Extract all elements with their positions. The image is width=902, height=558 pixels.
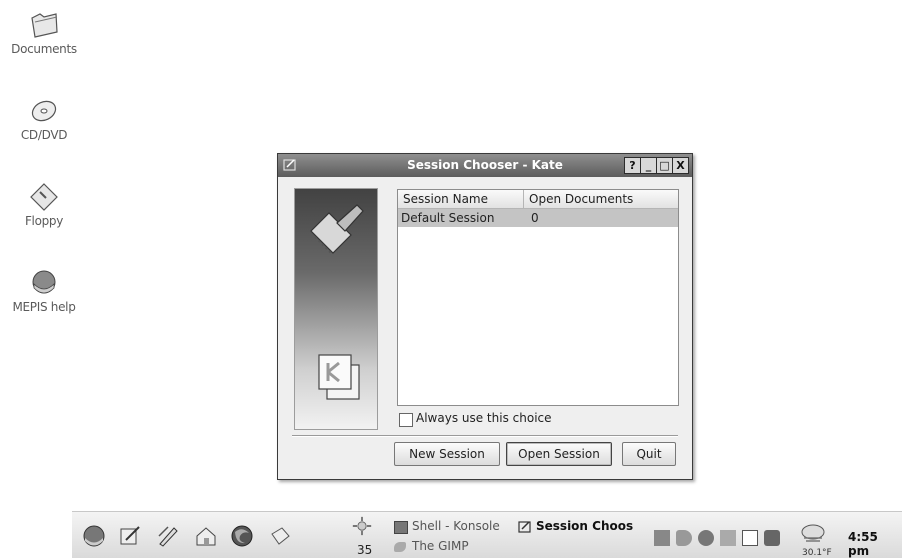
volume-icon[interactable] [676, 530, 692, 546]
dialog-separator [292, 435, 678, 437]
desktop-icon-floppy[interactable]: Floppy [0, 180, 88, 228]
task-label: The GIMP [412, 539, 469, 553]
desktop-icon-mepis-help[interactable]: MEPIS help [0, 266, 88, 314]
klipper-icon[interactable] [720, 530, 736, 546]
session-list-header: Session Name Open Documents [398, 190, 678, 209]
gimp-icon [394, 542, 406, 552]
desktop-icon-label: CD/DVD [20, 128, 68, 142]
dialog-titlebar[interactable]: Session Chooser - Kate ? _ □ X [278, 154, 692, 177]
printer-icon[interactable] [764, 530, 780, 546]
session-name-cell: Default Session [401, 211, 495, 225]
kmix-icon[interactable] [698, 530, 714, 546]
desktop-icon-label: Floppy [24, 214, 64, 228]
weather-icon[interactable] [352, 516, 372, 536]
quit-button[interactable]: Quit [622, 442, 676, 466]
column-divider[interactable] [523, 190, 524, 208]
kate-small-icon [518, 521, 531, 533]
always-use-checkbox[interactable] [399, 413, 413, 427]
weather-cloud-icon[interactable] [800, 518, 826, 544]
open-session-button[interactable]: Open Session [506, 442, 612, 466]
task-session-chooser[interactable]: Session Choos [518, 519, 638, 537]
cd-dvd-icon [31, 100, 57, 122]
home-icon[interactable] [194, 524, 218, 548]
kate-brush-icon [310, 204, 364, 254]
session-list[interactable]: Session Name Open Documents Default Sess… [397, 189, 679, 406]
firefox-icon[interactable] [230, 524, 254, 548]
open-documents-cell: 0 [531, 211, 539, 225]
desktop-icon-documents[interactable]: Documents [0, 8, 88, 56]
konsole-pen-icon[interactable] [156, 524, 180, 548]
terminal-icon [394, 521, 408, 534]
display-icon[interactable] [742, 530, 758, 546]
clock[interactable]: 4:55 pm [848, 530, 902, 558]
desktop-icon-cddvd[interactable]: CD/DVD [0, 94, 88, 142]
session-chooser-dialog: Session Chooser - Kate ? _ □ X Session N… [277, 153, 693, 480]
kate-icon[interactable] [118, 524, 142, 548]
always-use-label[interactable]: Always use this choice [416, 411, 552, 425]
close-button[interactable]: X [672, 157, 689, 174]
task-label: Shell - Konsole [412, 519, 500, 533]
minimize-button[interactable]: _ [640, 157, 657, 174]
floppy-icon [30, 183, 58, 211]
new-session-button[interactable]: New Session [394, 442, 500, 466]
session-row-default[interactable]: Default Session 0 [398, 209, 678, 227]
column-session-name[interactable]: Session Name [403, 192, 488, 206]
kpager-icon[interactable] [268, 524, 292, 548]
network-icon[interactable] [654, 530, 670, 546]
dialog-sidebar-banner [294, 188, 378, 430]
kmenu-icon[interactable] [82, 524, 106, 548]
taskbar: 35 Shell - Konsole The GIMP Session Choo… [72, 511, 902, 558]
desktop-icon-label: MEPIS help [12, 300, 76, 314]
column-open-documents[interactable]: Open Documents [529, 192, 633, 206]
folder-icon [31, 13, 58, 38]
help-lifebuoy-icon [32, 270, 56, 294]
maximize-button[interactable]: □ [656, 157, 673, 174]
desktop-icon-label: Documents [11, 42, 77, 56]
task-label: Session Choos [536, 519, 634, 533]
help-button[interactable]: ? [624, 157, 641, 174]
weather-count: 35 [357, 543, 373, 557]
kde-windows-icon [318, 354, 360, 400]
